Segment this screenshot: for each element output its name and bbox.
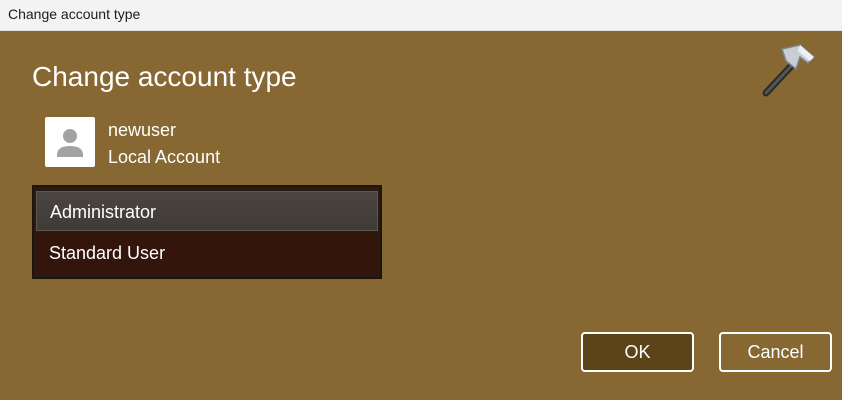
window-titlebar: Change account type [0,0,842,31]
change-account-type-dialog: Change account type newuser Local Accoun… [0,31,842,400]
account-type-listbox[interactable]: Administrator Standard User [32,185,382,279]
cancel-button[interactable]: Cancel [719,332,832,372]
dialog-heading: Change account type [32,61,297,92]
hammer-icon [756,39,822,101]
option-administrator[interactable]: Administrator [36,191,378,231]
user-name: newuser [108,120,177,140]
user-avatar-icon [45,117,95,167]
option-standard-user[interactable]: Standard User [36,233,378,273]
ok-button[interactable]: OK [581,332,694,372]
user-account-type: Local Account [108,147,221,167]
window-title: Change account type [8,6,141,22]
